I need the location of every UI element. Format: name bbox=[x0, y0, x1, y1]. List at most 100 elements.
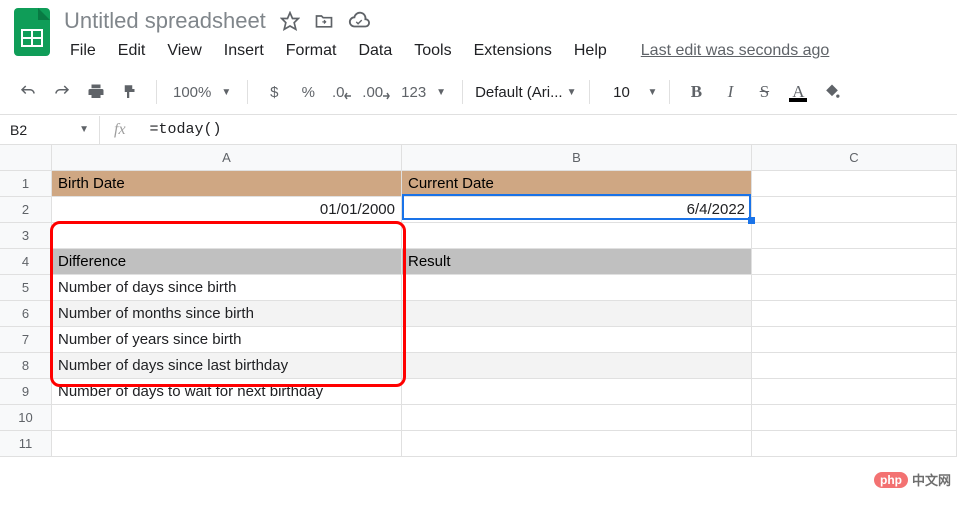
menu-data[interactable]: Data bbox=[352, 40, 398, 62]
bold-button[interactable]: B bbox=[682, 78, 710, 106]
watermark-text: 中文网 bbox=[912, 470, 951, 489]
cell-c6[interactable] bbox=[752, 301, 957, 327]
cloud-status-icon[interactable] bbox=[348, 11, 370, 31]
cell-c5[interactable] bbox=[752, 275, 957, 301]
column-header-b[interactable]: B bbox=[402, 145, 752, 171]
cell-c1[interactable] bbox=[752, 171, 957, 197]
last-edit-link[interactable]: Last edit was seconds ago bbox=[641, 42, 830, 60]
formula-input[interactable]: =today() bbox=[140, 115, 957, 144]
cell-b4[interactable]: Result bbox=[402, 249, 752, 275]
menu-help[interactable]: Help bbox=[568, 40, 613, 62]
italic-button[interactable]: I bbox=[716, 78, 744, 106]
font-family-select[interactable]: Default (Ari...▼ bbox=[475, 84, 576, 101]
document-title[interactable]: Untitled spreadsheet bbox=[64, 8, 266, 34]
cell-b11[interactable] bbox=[402, 431, 752, 457]
menu-view[interactable]: View bbox=[161, 40, 207, 62]
row-header[interactable]: 1 bbox=[0, 171, 52, 197]
redo-icon[interactable] bbox=[48, 78, 76, 106]
font-size-input[interactable]: 10 bbox=[602, 84, 642, 101]
cell-a1[interactable]: Birth Date bbox=[52, 171, 402, 197]
cell-c7[interactable] bbox=[752, 327, 957, 353]
cell-c9[interactable] bbox=[752, 379, 957, 405]
row-header[interactable]: 10 bbox=[0, 405, 52, 431]
menu-insert[interactable]: Insert bbox=[218, 40, 270, 62]
toolbar: 100% ▼ $ % .0 .00 123▼ Default (Ari...▼ 1… bbox=[0, 70, 957, 115]
row-header[interactable]: 8 bbox=[0, 353, 52, 379]
sheets-logo[interactable] bbox=[12, 12, 52, 52]
chevron-down-icon[interactable]: ▼ bbox=[648, 87, 658, 98]
zoom-select[interactable]: 100% ▼ bbox=[169, 78, 235, 106]
cell-b8[interactable] bbox=[402, 353, 752, 379]
row-header[interactable]: 7 bbox=[0, 327, 52, 353]
cell-c2[interactable] bbox=[752, 197, 957, 223]
decrease-decimal-button[interactable]: .0 bbox=[328, 78, 356, 106]
menu-extensions[interactable]: Extensions bbox=[468, 40, 558, 62]
separator bbox=[247, 80, 248, 104]
print-icon[interactable] bbox=[82, 78, 110, 106]
row-header[interactable]: 3 bbox=[0, 223, 52, 249]
menu-edit[interactable]: Edit bbox=[112, 40, 152, 62]
cell-b6[interactable] bbox=[402, 301, 752, 327]
cell-b3[interactable] bbox=[402, 223, 752, 249]
menu-file[interactable]: File bbox=[64, 40, 102, 62]
undo-icon[interactable] bbox=[14, 78, 42, 106]
cell-a9[interactable]: Number of days to wait for next birthday bbox=[52, 379, 402, 405]
separator bbox=[156, 80, 157, 104]
cell-c11[interactable] bbox=[752, 431, 957, 457]
cell-a10[interactable] bbox=[52, 405, 402, 431]
selection-handle[interactable] bbox=[748, 217, 755, 224]
cell-a6[interactable]: Number of months since birth bbox=[52, 301, 402, 327]
cell-a5[interactable]: Number of days since birth bbox=[52, 275, 402, 301]
spreadsheet-grid[interactable]: A B C 1 Birth Date Current Date 2 01/01/… bbox=[0, 145, 957, 457]
cell-b10[interactable] bbox=[402, 405, 752, 431]
column-header-a[interactable]: A bbox=[52, 145, 402, 171]
row-header[interactable]: 9 bbox=[0, 379, 52, 405]
watermark: php 中文网 bbox=[874, 470, 951, 489]
zoom-label: 100% bbox=[173, 84, 211, 101]
menu-format[interactable]: Format bbox=[280, 40, 343, 62]
chevron-down-icon: ▼ bbox=[221, 87, 231, 98]
watermark-pill: php bbox=[874, 472, 908, 488]
cell-a7[interactable]: Number of years since birth bbox=[52, 327, 402, 353]
menubar: File Edit View Insert Format Data Tools … bbox=[64, 40, 945, 62]
row-header[interactable]: 5 bbox=[0, 275, 52, 301]
strikethrough-button[interactable]: S bbox=[750, 78, 778, 106]
percent-format-button[interactable]: % bbox=[294, 78, 322, 106]
cell-a2[interactable]: 01/01/2000 bbox=[52, 197, 402, 223]
menu-tools[interactable]: Tools bbox=[408, 40, 457, 62]
cell-c3[interactable] bbox=[752, 223, 957, 249]
cell-c4[interactable] bbox=[752, 249, 957, 275]
paint-format-icon[interactable] bbox=[116, 78, 144, 106]
cell-b7[interactable] bbox=[402, 327, 752, 353]
name-box-value: B2 bbox=[10, 122, 27, 138]
cell-b2[interactable]: 6/4/2022 bbox=[402, 197, 752, 223]
row-header[interactable]: 4 bbox=[0, 249, 52, 275]
name-box[interactable]: B2 ▼ bbox=[0, 116, 100, 144]
star-icon[interactable] bbox=[280, 11, 300, 31]
row-header[interactable]: 2 bbox=[0, 197, 52, 223]
cell-a3[interactable] bbox=[52, 223, 402, 249]
move-folder-icon[interactable] bbox=[314, 11, 334, 31]
currency-format-button[interactable]: $ bbox=[260, 78, 288, 106]
select-all-corner[interactable] bbox=[0, 145, 52, 171]
text-color-button[interactable]: A bbox=[784, 78, 812, 106]
chevron-down-icon: ▼ bbox=[567, 87, 577, 98]
cell-b5[interactable] bbox=[402, 275, 752, 301]
separator bbox=[589, 80, 590, 104]
cell-a11[interactable] bbox=[52, 431, 402, 457]
formula-bar: B2 ▼ fx =today() bbox=[0, 115, 957, 145]
cell-b1[interactable]: Current Date bbox=[402, 171, 752, 197]
cell-c8[interactable] bbox=[752, 353, 957, 379]
cell-b9[interactable] bbox=[402, 379, 752, 405]
fill-color-button[interactable] bbox=[818, 78, 846, 106]
row-header[interactable]: 11 bbox=[0, 431, 52, 457]
cell-a8[interactable]: Number of days since last birthday bbox=[52, 353, 402, 379]
chevron-down-icon: ▼ bbox=[436, 87, 446, 98]
increase-decimal-button[interactable]: .00 bbox=[362, 78, 391, 106]
chevron-down-icon: ▼ bbox=[79, 124, 89, 135]
column-header-c[interactable]: C bbox=[752, 145, 957, 171]
row-header[interactable]: 6 bbox=[0, 301, 52, 327]
number-format-select[interactable]: 123▼ bbox=[397, 78, 450, 106]
cell-c10[interactable] bbox=[752, 405, 957, 431]
cell-a4[interactable]: Difference bbox=[52, 249, 402, 275]
